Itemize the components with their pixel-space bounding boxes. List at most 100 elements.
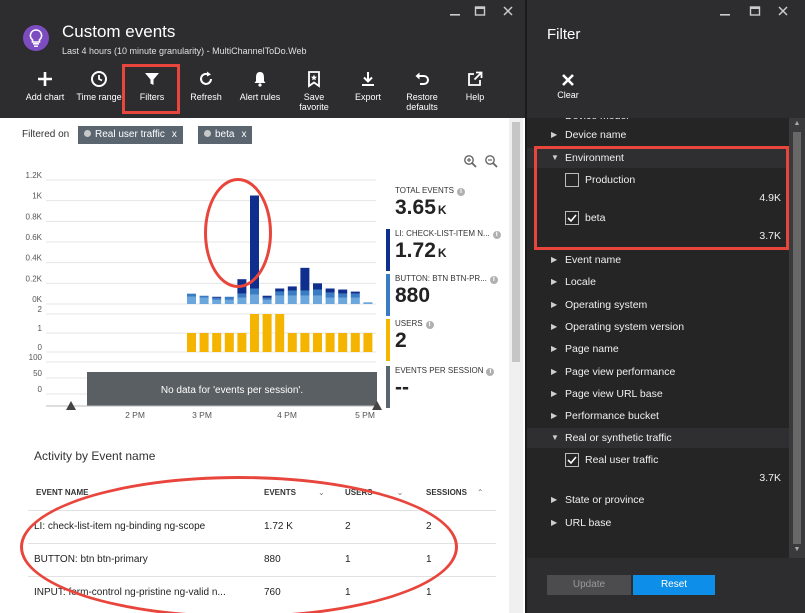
scroll-down-icon[interactable]: ▼ — [793, 546, 801, 553]
real-user-traffic-checkbox[interactable] — [565, 453, 579, 467]
event-bar-segment — [212, 297, 222, 300]
filtered-on-label: Filtered on — [22, 129, 70, 140]
chip-dot-icon — [84, 130, 91, 137]
event-bar-segment — [250, 288, 259, 295]
download-icon — [346, 70, 390, 90]
filter-scrollbar-thumb[interactable] — [793, 132, 801, 544]
left-scrollbar[interactable] — [509, 118, 523, 613]
close-icon[interactable] — [500, 5, 516, 21]
filter-item-page-view-performance[interactable]: ▶ Page view performance — [527, 362, 789, 382]
info-icon[interactable]: i — [489, 276, 498, 284]
help-button[interactable]: Help — [456, 70, 494, 114]
reset-button[interactable]: Reset — [633, 575, 715, 595]
event-bar-segment — [187, 296, 196, 304]
filter-chip-real-user-traffic[interactable]: Real user traffic x — [78, 126, 183, 144]
time-range-button[interactable]: Time range — [74, 70, 124, 114]
chevron-right-icon: ▶ — [551, 495, 558, 504]
zoom-out-icon[interactable] — [484, 154, 498, 168]
metric-label[interactable]: TOTAL EVENTS i — [395, 186, 510, 196]
blade-header: Custom events Last 4 hours (10 minute gr… — [0, 0, 525, 118]
event-bar-segment — [250, 294, 259, 304]
metric-label[interactable]: EVENTS PER SESSION i — [395, 366, 510, 376]
event-bar-segment — [275, 291, 285, 296]
restore-defaults-button[interactable]: Restore defaults — [398, 70, 446, 114]
maximize-icon[interactable] — [472, 5, 488, 21]
event-bar-segment — [275, 295, 285, 304]
metric-value: 2 — [395, 329, 407, 352]
col-sessions[interactable]: SESSIONS ⌃ — [426, 488, 484, 497]
chevron-right-icon: ▶ — [551, 321, 558, 331]
pin-icon[interactable] — [447, 5, 463, 21]
filter-chip-beta[interactable]: beta x — [198, 126, 253, 144]
chevron-right-icon: ▶ — [551, 277, 558, 287]
filter-item-url-base[interactable]: ▶ URL base — [527, 513, 789, 533]
y-tick-label: 50 — [33, 369, 42, 378]
add-chart-button[interactable]: Add chart — [22, 70, 68, 114]
info-icon[interactable]: i — [486, 368, 495, 376]
alert-rules-button[interactable]: Alert rules — [236, 70, 284, 114]
x-tick-label: 4 PM — [277, 410, 297, 420]
info-icon[interactable]: i — [456, 188, 465, 196]
metric-label[interactable]: USERS i — [395, 319, 510, 329]
users-bar — [262, 314, 272, 352]
filter-item-device-name[interactable]: ▶ Device name — [527, 125, 789, 145]
event-bar-segment — [338, 297, 348, 304]
refresh-button[interactable]: Refresh — [184, 70, 228, 114]
left-scrollbar-thumb[interactable] — [512, 122, 520, 362]
chip-remove-icon[interactable]: x — [241, 129, 246, 140]
export-button[interactable]: Export — [346, 70, 390, 114]
info-icon[interactable]: i — [425, 321, 434, 329]
event-bar-segment — [300, 290, 310, 296]
maximize-icon[interactable] — [747, 5, 763, 21]
metric-label[interactable]: LI: CHECK-LIST-ITEM N... i — [395, 229, 510, 239]
users-bar — [325, 333, 335, 352]
pin-icon[interactable] — [717, 5, 733, 21]
chevron-right-icon: ▶ — [551, 255, 558, 264]
filter-item-page-name[interactable]: ▶ Page name — [527, 339, 789, 359]
event-bar-segment — [262, 297, 272, 300]
filter-item-page-view-url-base[interactable]: ▶ Page view URL base — [527, 384, 789, 404]
filters-button-highlight — [122, 64, 180, 114]
clear-button[interactable]: Clear — [551, 72, 585, 100]
event-bar-segment — [237, 297, 247, 304]
users-bar — [237, 333, 247, 352]
blade-subtitle: Last 4 hours (10 minute granularity) - M… — [62, 46, 307, 56]
filter-item-locale[interactable]: ▶ Locale — [527, 272, 789, 292]
event-bar-segment — [287, 286, 297, 291]
event-bar-segment — [313, 283, 322, 290]
event-bar-segment — [338, 289, 348, 294]
info-icon[interactable]: i — [492, 231, 501, 239]
update-button[interactable]: Update — [547, 575, 631, 595]
col-event-name[interactable]: EVENT NAME — [36, 488, 88, 497]
scroll-up-icon[interactable]: ▲ — [793, 120, 801, 127]
event-bar-segment — [325, 288, 335, 293]
y-tick-label: 0 — [38, 385, 43, 394]
y-tick-label: 0 — [38, 343, 43, 352]
filter-item-operating-system-version[interactable]: ▶ Operating system version — [527, 317, 789, 337]
metric-label[interactable]: BUTTON: BTN BTN-PR... i — [395, 274, 510, 284]
users-bar — [363, 333, 373, 352]
chip-remove-icon[interactable]: x — [172, 129, 177, 140]
metric-value: 880 — [395, 284, 431, 307]
filter-item-performance-bucket[interactable]: ▶ Performance bucket — [527, 406, 789, 426]
filter-blade: Filter Clear Device model ▶ Device name … — [527, 0, 805, 613]
chip-dot-icon — [204, 130, 211, 137]
users-bar — [300, 333, 310, 352]
chevron-right-icon: ▶ — [551, 299, 558, 309]
chevron-right-icon: ▶ — [551, 130, 558, 139]
external-link-icon — [456, 70, 494, 90]
metric-color-bar — [386, 366, 390, 408]
filter-item-state-or-province[interactable]: ▶ State or province — [527, 490, 789, 510]
save-favorite-button[interactable]: Save favorite — [292, 70, 336, 114]
event-bar-segment — [350, 291, 360, 294]
filter-scrollbar[interactable]: ▲ ▼ — [789, 118, 805, 558]
zoom-in-icon[interactable] — [463, 154, 477, 168]
event-bar-segment — [300, 295, 310, 304]
x-tick-label: 2 PM — [125, 410, 145, 420]
close-icon[interactable] — [775, 5, 791, 21]
filter-item-event-name[interactable]: ▶ Event name — [527, 250, 789, 270]
filter-item-real-or-synthetic-traffic[interactable]: ▼ Real or synthetic traffic — [527, 428, 789, 448]
users-bar — [313, 333, 322, 352]
filter-item-operating-system[interactable]: ▶ Operating system — [527, 295, 789, 315]
event-bar-segment — [224, 299, 234, 304]
